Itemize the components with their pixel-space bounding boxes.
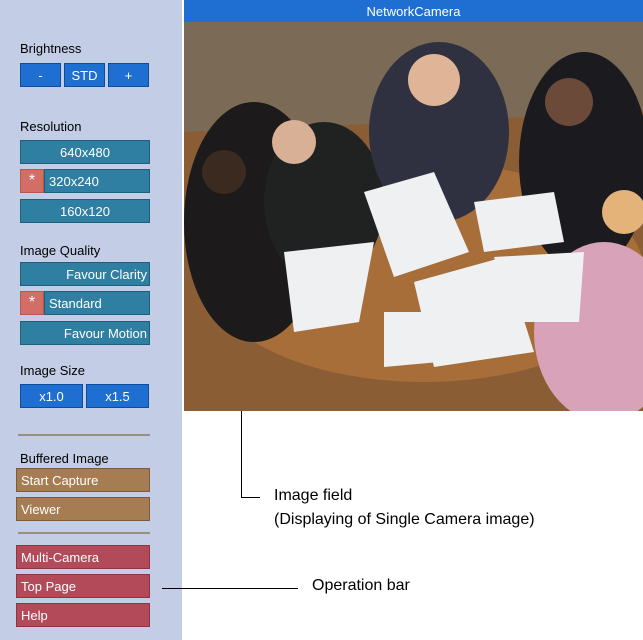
brightness-plus-button[interactable]: + — [108, 63, 149, 87]
help-button[interactable]: Help — [16, 603, 150, 627]
camera-image — [184, 22, 643, 411]
brightness-minus-button[interactable]: - — [20, 63, 61, 87]
quality-favour-clarity-button[interactable]: Favour Clarity — [20, 262, 150, 286]
operation-bar: Brightness - STD + Resolution 640x480 * … — [0, 0, 182, 640]
resolution-160x120-button[interactable]: 160x120 — [20, 199, 150, 223]
image-size-label: Image Size — [20, 363, 86, 378]
operation-bar-leader-line — [162, 588, 298, 589]
image-quality-label: Image Quality — [20, 243, 101, 258]
divider — [18, 532, 150, 534]
resolution-640x480-button[interactable]: 640x480 — [20, 140, 150, 164]
resolution-label: Resolution — [20, 119, 82, 134]
image-field-leader-line — [241, 411, 242, 497]
image-field-annotation-detail: (Displaying of Single Camera image) — [274, 511, 535, 528]
top-page-button[interactable]: Top Page — [16, 574, 150, 598]
resolution-320x240-button[interactable]: 320x240 — [44, 169, 150, 193]
quality-standard-button[interactable]: Standard — [44, 291, 150, 315]
viewer-button[interactable]: Viewer — [16, 497, 150, 521]
image-size-x1-5-button[interactable]: x1.5 — [86, 384, 149, 408]
operation-bar-annotation: Operation bar — [312, 577, 410, 594]
image-field-leader-line — [241, 497, 260, 498]
selected-marker-icon: * — [20, 169, 44, 193]
brightness-std-button[interactable]: STD — [64, 63, 105, 87]
divider — [18, 434, 150, 436]
camera-title-bar: NetworkCamera — [184, 0, 643, 22]
start-capture-button[interactable]: Start Capture — [16, 468, 150, 492]
image-field-annotation: Image field — [274, 487, 353, 504]
quality-favour-motion-button[interactable]: Favour Motion — [20, 321, 150, 345]
buffered-image-label: Buffered Image — [20, 451, 109, 466]
meeting-photo — [184, 22, 643, 411]
brightness-label: Brightness — [20, 41, 82, 56]
multi-camera-button[interactable]: Multi-Camera — [16, 545, 150, 569]
image-size-x1-0-button[interactable]: x1.0 — [20, 384, 83, 408]
selected-marker-icon: * — [20, 291, 44, 315]
